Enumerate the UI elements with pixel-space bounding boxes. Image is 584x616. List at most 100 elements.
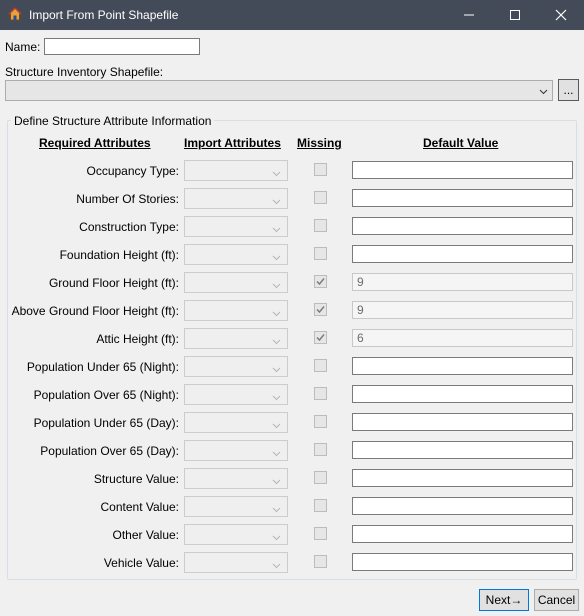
attribute-label: Content Value:: [100, 500, 180, 514]
chevron-down-icon: [272, 363, 281, 377]
default-value-field[interactable]: [352, 497, 573, 515]
import-attribute-dropdown[interactable]: [184, 356, 288, 377]
attribute-label: Construction Type:: [79, 220, 179, 234]
checkmark-icon: [316, 334, 325, 342]
column-header-missing: Missing: [297, 136, 342, 150]
import-attribute-dropdown[interactable]: [184, 412, 288, 433]
chevron-down-icon: [272, 475, 281, 489]
attribute-label: Population Over 65 (Night):: [33, 388, 179, 402]
browse-button[interactable]: ...: [558, 79, 579, 101]
missing-checkbox[interactable]: [314, 275, 327, 288]
default-value-field[interactable]: 6: [352, 329, 573, 347]
close-button[interactable]: [538, 0, 584, 30]
missing-checkbox[interactable]: [314, 331, 327, 344]
default-value-field[interactable]: [352, 245, 573, 263]
chevron-down-icon: [272, 559, 281, 573]
attribute-label: Ground Floor Height (ft):: [48, 276, 179, 290]
import-attribute-dropdown[interactable]: [184, 552, 288, 573]
name-label: Name:: [5, 40, 41, 54]
chevron-down-icon: [272, 335, 281, 349]
default-value-field[interactable]: [352, 553, 573, 571]
chevron-down-icon: [272, 391, 281, 405]
column-header-required: Required Attributes: [39, 136, 151, 150]
maximize-icon: [510, 10, 520, 20]
chevron-down-icon: [272, 167, 281, 181]
chevron-down-icon: [272, 531, 281, 545]
attribute-label: Attic Height (ft):: [96, 332, 179, 346]
attribute-label: Number Of Stories:: [76, 192, 179, 206]
chevron-down-icon: [272, 223, 281, 237]
column-header-default: Default Value: [423, 136, 499, 150]
import-attribute-dropdown[interactable]: [184, 272, 288, 293]
attribute-label: Other Value:: [112, 528, 179, 542]
missing-checkbox[interactable]: [314, 359, 327, 372]
close-icon: [555, 9, 567, 21]
checkmark-icon: [316, 306, 325, 314]
chevron-down-icon: [272, 419, 281, 433]
default-value-field[interactable]: [352, 189, 573, 207]
import-attribute-dropdown[interactable]: [184, 328, 288, 349]
missing-checkbox[interactable]: [314, 219, 327, 232]
import-attribute-dropdown[interactable]: [184, 384, 288, 405]
missing-checkbox[interactable]: [314, 247, 327, 260]
default-value-field[interactable]: [352, 525, 573, 543]
default-value-field[interactable]: [352, 469, 573, 487]
import-attribute-dropdown[interactable]: [184, 160, 288, 181]
name-field[interactable]: [44, 38, 200, 55]
default-value-field[interactable]: [352, 217, 573, 235]
missing-checkbox[interactable]: [314, 527, 327, 540]
import-attribute-dropdown[interactable]: [184, 188, 288, 209]
next-button[interactable]: Next→: [479, 589, 529, 611]
missing-checkbox[interactable]: [314, 555, 327, 568]
import-attribute-dropdown[interactable]: [184, 496, 288, 517]
chevron-down-icon: [272, 279, 281, 293]
chevron-down-icon: [272, 251, 281, 265]
attribute-label: Population Under 65 (Day):: [33, 416, 179, 430]
house-icon: [7, 6, 23, 22]
import-attribute-dropdown[interactable]: [184, 524, 288, 545]
chevron-down-icon: [272, 503, 281, 517]
import-attribute-dropdown[interactable]: [184, 244, 288, 265]
maximize-button[interactable]: [492, 0, 538, 30]
cancel-button[interactable]: Cancel: [534, 589, 579, 611]
chevron-down-icon: [272, 307, 281, 321]
import-attribute-dropdown[interactable]: [184, 300, 288, 321]
attribute-label: Above Ground Floor Height (ft):: [11, 304, 179, 318]
missing-checkbox[interactable]: [314, 499, 327, 512]
default-value-field[interactable]: [352, 161, 573, 179]
shapefile-label: Structure Inventory Shapefile:: [5, 65, 164, 79]
attribute-label: Population Under 65 (Night):: [26, 360, 179, 374]
group-title: Define Structure Attribute Information: [11, 114, 215, 128]
default-value-field[interactable]: 9: [352, 301, 573, 319]
chevron-down-icon: [272, 195, 281, 209]
column-header-import: Import Attributes: [184, 136, 281, 150]
import-attribute-dropdown[interactable]: [184, 440, 288, 461]
default-value-field[interactable]: 9: [352, 273, 573, 291]
missing-checkbox[interactable]: [314, 387, 327, 400]
import-attribute-dropdown[interactable]: [184, 216, 288, 237]
default-value-field[interactable]: [352, 357, 573, 375]
default-value-field[interactable]: [352, 413, 573, 431]
attribute-label: Vehicle Value:: [103, 556, 179, 570]
chevron-down-icon: [539, 85, 548, 99]
minimize-button[interactable]: [446, 0, 492, 30]
chevron-down-icon: [272, 447, 281, 461]
missing-checkbox[interactable]: [314, 471, 327, 484]
missing-checkbox[interactable]: [314, 415, 327, 428]
default-value-field[interactable]: [352, 385, 573, 403]
window-title: Import From Point Shapefile: [29, 8, 179, 22]
attribute-label: Foundation Height (ft):: [59, 248, 179, 262]
import-attribute-dropdown[interactable]: [184, 468, 288, 489]
missing-checkbox[interactable]: [314, 191, 327, 204]
checkmark-icon: [316, 278, 325, 286]
minimize-icon: [464, 14, 474, 16]
attribute-label: Population Over 65 (Day):: [40, 444, 179, 458]
default-value-field[interactable]: [352, 441, 573, 459]
missing-checkbox[interactable]: [314, 163, 327, 176]
shapefile-dropdown[interactable]: [5, 80, 553, 101]
missing-checkbox[interactable]: [314, 303, 327, 316]
attribute-label: Structure Value:: [93, 472, 179, 486]
missing-checkbox[interactable]: [314, 443, 327, 456]
title-bar: Import From Point Shapefile: [0, 0, 584, 30]
attribute-label: Occupancy Type:: [86, 164, 180, 178]
